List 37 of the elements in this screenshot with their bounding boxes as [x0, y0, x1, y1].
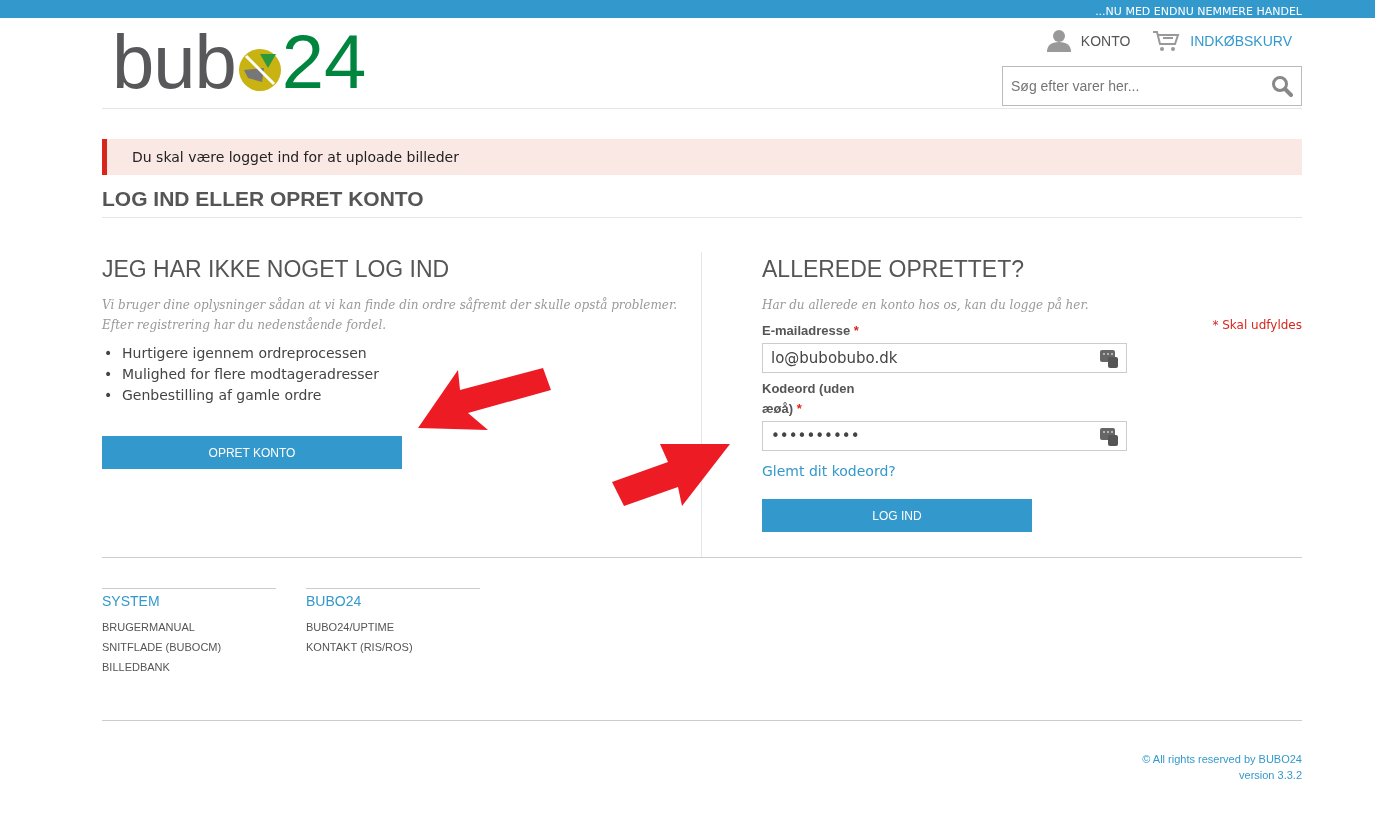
intro-text: Vi bruger dine oplysninger sådan at vi kan finde din ordre såfremt der skulle opstå problemer. Efter registrering har du nedenstående fordel.	[102, 296, 679, 334]
user-icon	[1046, 30, 1071, 52]
search-field[interactable]: Søg efter varer her...	[1002, 66, 1302, 106]
footer-link[interactable]: KONTAKT (RIS/ROS)	[306, 641, 413, 653]
logo-text: bub	[112, 24, 236, 100]
search-icon[interactable]	[1271, 75, 1293, 97]
footer-link[interactable]: BUBO24/UPTIME	[306, 621, 395, 633]
cart-icon	[1152, 30, 1181, 52]
autofill-icon[interactable]	[1100, 426, 1118, 446]
benefit-item: Genbestilling af gamle ordre	[122, 386, 322, 405]
logo-emblem-icon	[237, 48, 282, 92]
input-field[interactable]: ••••••••••	[762, 421, 1127, 451]
field-label: E-mailadresse *	[762, 322, 860, 340]
version-text: version 3.3.2	[1239, 768, 1302, 783]
footer-heading: BUBO24	[306, 593, 363, 609]
autofill-icon[interactable]	[1100, 348, 1118, 368]
footer-link[interactable]: BILLEDBANK	[102, 661, 170, 673]
account-link[interactable]: KONTO	[1046, 30, 1131, 52]
benefit-item: Hurtigere igennem ordreprocessen	[122, 344, 367, 363]
intro-text: Har du allerede en konto hos os, kan du logge på her.	[762, 296, 1090, 314]
alert-text: Du skal være logget ind for at uploade billeder	[132, 149, 459, 165]
section-heading: JEG HAR IKKE NOGET LOG IND	[102, 256, 451, 283]
banner-text: ...NU MED ENDNU NEMMERE HANDEL	[1095, 5, 1302, 18]
logo-text: 24	[281, 24, 367, 100]
bullet-marker: •	[103, 386, 114, 405]
field-label: Kodeord (uden æøå) *	[762, 380, 856, 418]
benefit-item: Mulighed for flere modtageradresser	[122, 365, 379, 384]
section-heading: ALLEREDE OPRETTET?	[762, 256, 1026, 283]
footer-link[interactable]: BRUGERMANUAL	[102, 621, 195, 633]
copyright-text: © All rights reserved by BUBO24	[1142, 752, 1302, 767]
page-title: LOG IND ELLER OPRET KONTO	[102, 187, 1302, 218]
input-field[interactable]: lo@bubobubo.dk	[762, 343, 1127, 373]
bullet-marker: •	[103, 365, 114, 384]
bullet-marker: •	[103, 344, 114, 363]
footer-heading: SYSTEM	[102, 593, 161, 609]
footer-link[interactable]: SNITFLADE (BUBOCM)	[102, 641, 222, 653]
required-note: * Skal udfyldes	[1212, 318, 1302, 332]
